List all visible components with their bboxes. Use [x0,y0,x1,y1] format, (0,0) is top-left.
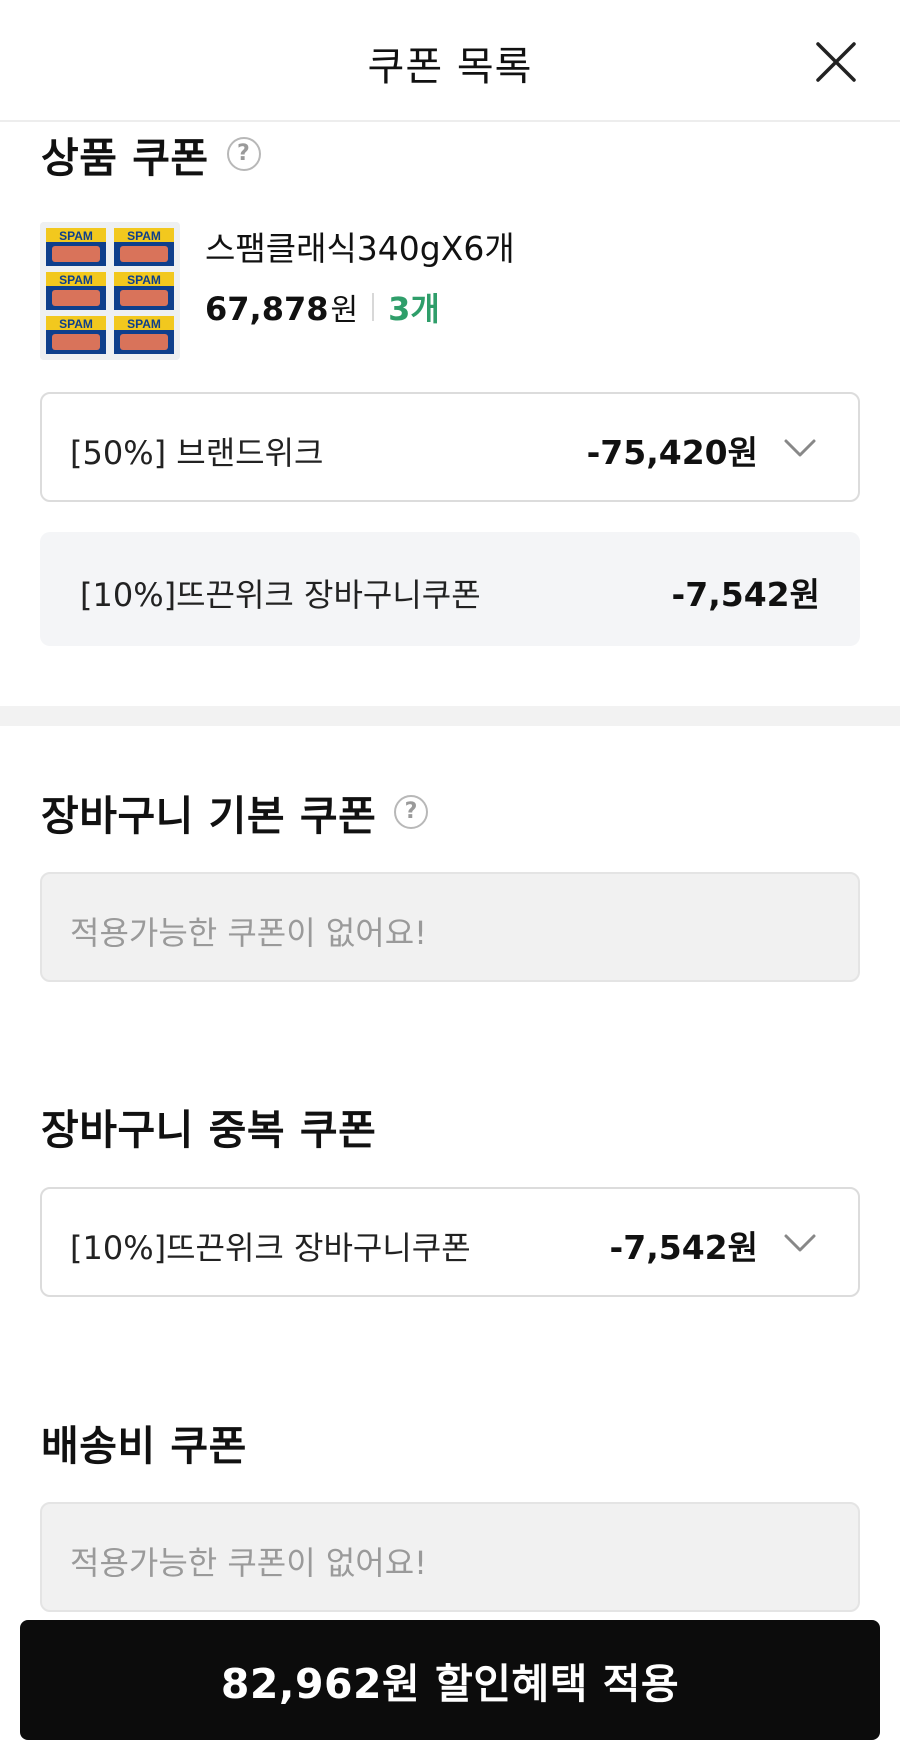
page-title: 쿠폰 목록 [367,44,533,90]
empty-message: 적용가능한 쿠폰이 없어요! [70,914,428,952]
product-quantity: 3개 [388,290,440,328]
question-circle-icon[interactable]: ? [226,137,261,171]
coupon-name: [10%]뜨끈위크 장바구니쿠폰 [70,1229,471,1267]
product-price: 67,878 [205,290,329,328]
coupon-list-page: 쿠폰 목록 상품 쿠폰 ? SPAM 스팸클래식340gX6개 67,878 원… [0,0,900,1760]
spam-image-icon: SPAM [40,222,180,360]
product-thumbnail: SPAM [40,222,180,360]
product-name: 스팸클래식340gX6개 [205,229,515,268]
chevron-down-icon [782,430,818,466]
section-title-text: 장바구니 기본 쿠폰 [41,792,377,840]
coupon-amount: -7,542원 [609,1228,758,1267]
apply-discount-button[interactable]: 82,962원 할인혜택 적용 [20,1620,880,1740]
coupon-name: [50%] 브랜드위크 [70,434,324,472]
coupon-amount: -7,542원 [671,575,820,614]
header: 쿠폰 목록 [0,0,900,122]
svg-text:SPAM: SPAM [59,229,93,243]
cart-stack-coupon-dropdown[interactable]: [10%]뜨끈위크 장바구니쿠폰 -7,542원 [40,1187,860,1297]
cart-basic-coupon-title: 장바구니 기본 쿠폰 ? [41,782,429,842]
section-title-text: 장바구니 중복 쿠폰 [41,1106,377,1154]
product-coupon-dropdown[interactable]: [50%] 브랜드위크 -75,420원 [40,392,860,502]
currency-label: 원 [330,293,359,328]
close-button[interactable] [812,38,860,86]
question-circle-icon[interactable]: ? [394,795,429,829]
section-divider [0,706,900,726]
coupon-name: [10%]뜨끈위크 장바구니쿠폰 [80,576,481,614]
shipping-coupon-empty: 적용가능한 쿠폰이 없어요! [40,1502,860,1612]
empty-message: 적용가능한 쿠폰이 없어요! [70,1544,428,1582]
section-title-text: 상품 쿠폰 [41,134,209,182]
product-price-row: 67,878 원 3개 [205,284,440,330]
cart-stack-coupon-title: 장바구니 중복 쿠폰 [41,1096,376,1156]
close-icon [816,42,856,82]
cart-coupon-preview: [10%]뜨끈위크 장바구니쿠폰 -7,542원 [40,532,860,646]
coupon-amount: -75,420원 [586,433,758,472]
price-divider [372,293,375,321]
cart-basic-coupon-empty: 적용가능한 쿠폰이 없어요! [40,872,860,982]
product-coupon-title: 상품 쿠폰 ? [41,124,261,184]
chevron-down-icon [782,1225,818,1261]
shipping-coupon-title: 배송비 쿠폰 [41,1412,247,1472]
section-title-text: 배송비 쿠폰 [41,1422,247,1470]
